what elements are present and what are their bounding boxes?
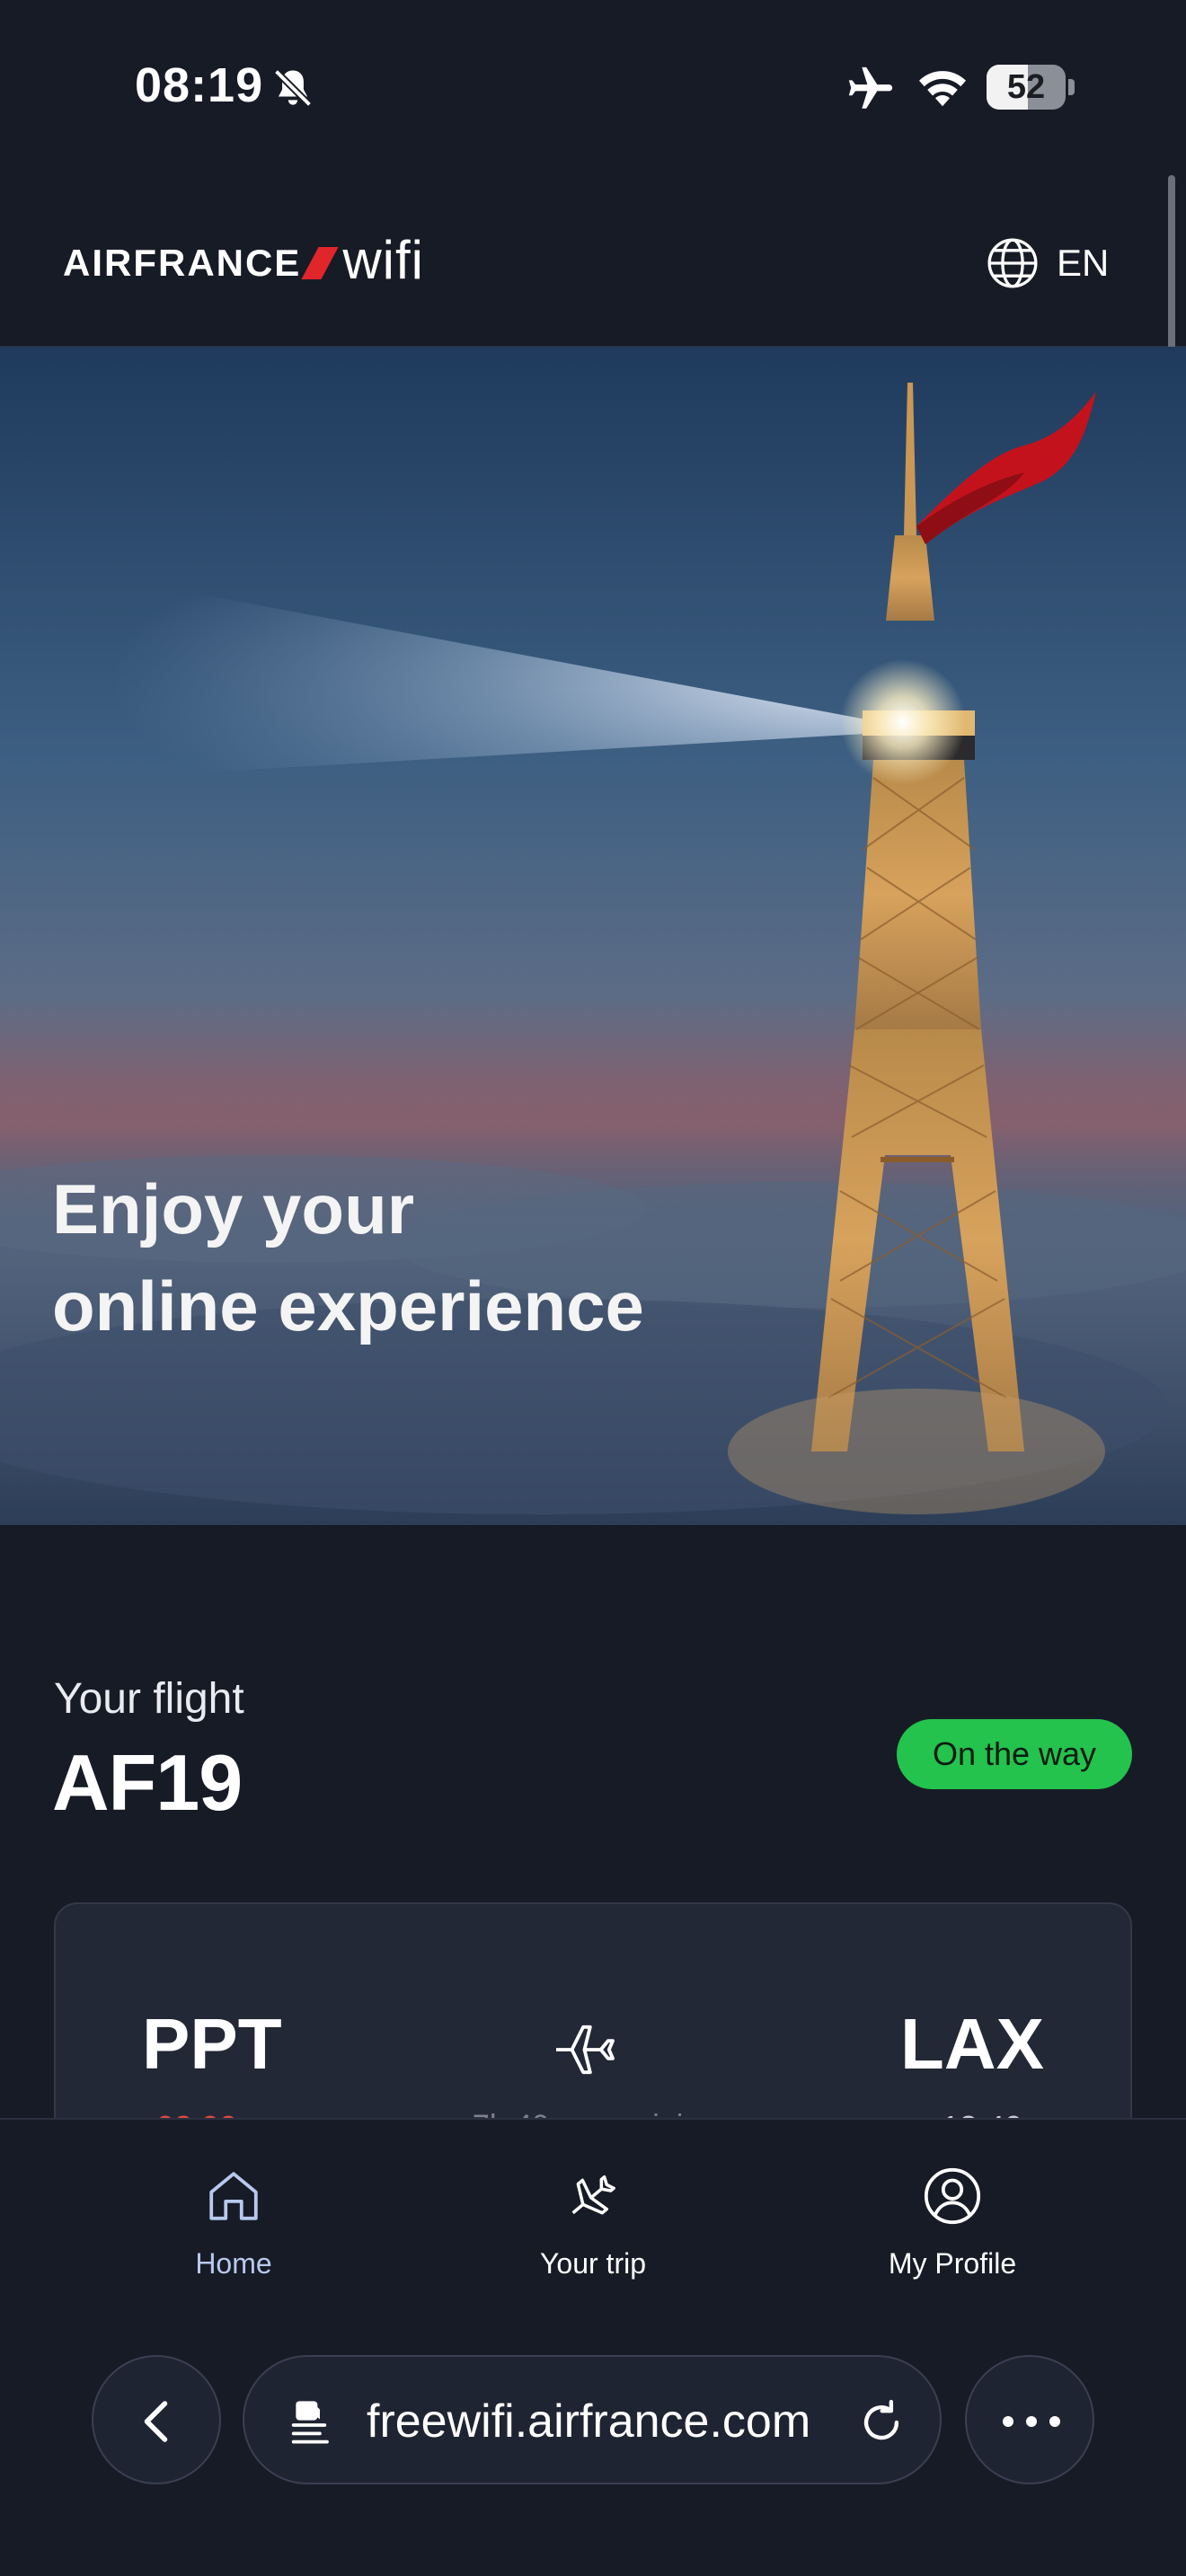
battery-percent: 52 [1006,68,1046,106]
airplane-mode-icon [848,66,893,109]
brand-suffix: wifi [342,229,424,290]
browser-toolbar: freewifi.airfrance.com [0,2335,1186,2488]
flight-number: AF19 [52,1738,243,1827]
hero-title-line-1: Enjoy your [52,1169,415,1248]
hero-title-line-2: online experience [52,1266,644,1345]
nav-label-my-profile: My Profile [888,2247,1017,2280]
airplane-icon [571,2175,615,2215]
more-options-button[interactable] [965,2355,1094,2484]
brand-slash-mark [301,247,339,279]
chevron-left-icon [144,2401,168,2442]
flight-section: Your flight AF19 On the way PPT 08:00 7h… [0,1525,1186,2172]
origin-airport-code: PPT [142,2004,282,2084]
nav-item-my-profile[interactable]: My Profile [818,2165,1087,2280]
flight-status-badge: On the way [897,1719,1132,1789]
reload-icon[interactable] [855,2396,907,2448]
nav-item-home[interactable]: Home [99,2165,368,2280]
flight-label: Your flight [54,1675,244,1723]
hero-title: Enjoy your online experience [52,1160,735,1354]
app-page: 08:19 52 AIRFRANCE wifi EN Enjoy your on… [0,0,1186,2576]
brand-logo[interactable]: AIRFRANCE wifi [63,229,424,295]
back-button[interactable] [92,2355,221,2484]
nav-label-home: Home [195,2247,272,2280]
globe-icon [987,238,1038,288]
brand-name: AIRFRANCE [63,242,302,284]
site-header: AIRFRANCE wifi EN [0,171,1186,347]
profile-icon [924,2167,981,2225]
ellipsis-icon [1003,2416,1060,2427]
hero-banner: Enjoy your online experience [0,347,1186,1525]
address-bar[interactable]: freewifi.airfrance.com [243,2355,942,2484]
nav-item-your-trip[interactable]: Your trip [458,2165,728,2280]
status-bar: 08:19 52 [0,0,1186,171]
wifi-icon [919,71,966,107]
destination-airport-code: LAX [900,2004,1044,2084]
nav-label-your-trip: Your trip [540,2247,646,2280]
home-icon [209,2172,258,2220]
language-selector[interactable]: EN [985,234,1109,293]
language-label: EN [1057,242,1110,284]
page-settings-icon [291,2401,329,2444]
battery-indicator: 52 [987,65,1075,110]
status-time: 08:19 [135,58,264,112]
bell-muted-icon [273,68,313,108]
url-text: freewifi.airfrance.com [367,2395,811,2448]
airplane-icon [556,2025,615,2075]
